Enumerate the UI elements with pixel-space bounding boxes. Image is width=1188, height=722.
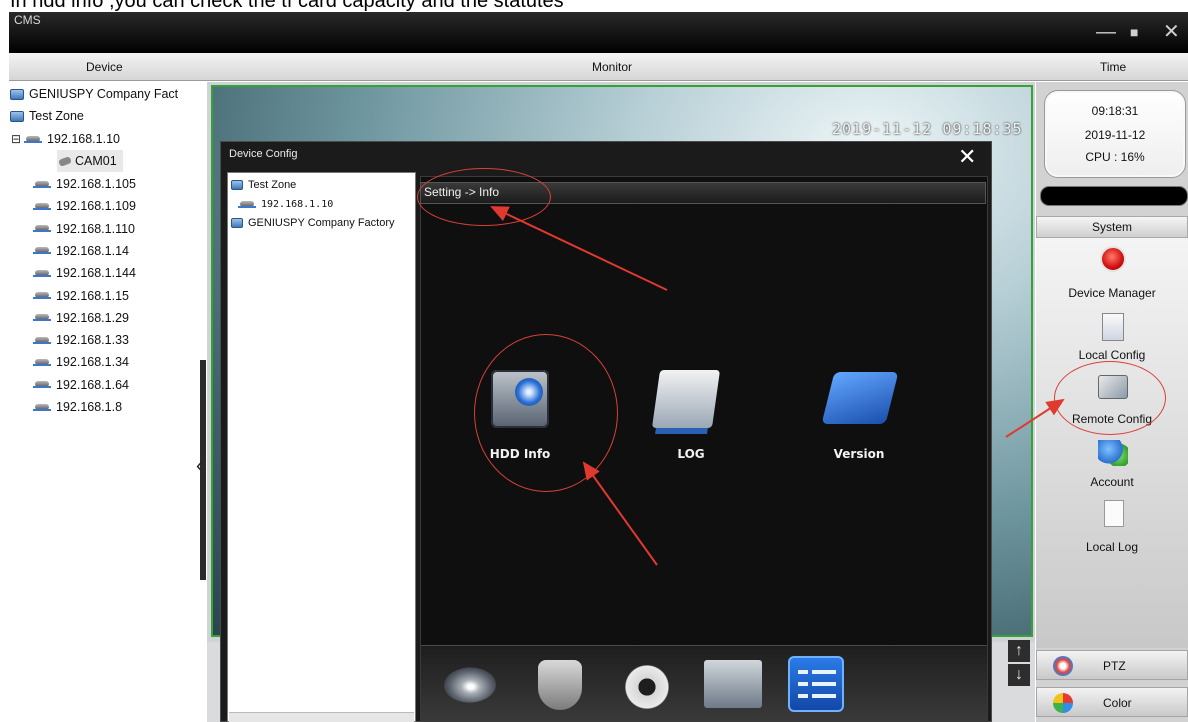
annotation-arrows bbox=[490, 206, 1065, 566]
arrow-to-hdd-info bbox=[582, 461, 658, 566]
arrow-to-remote-config bbox=[1005, 398, 1065, 438]
arrow-to-breadcrumb bbox=[490, 206, 668, 291]
